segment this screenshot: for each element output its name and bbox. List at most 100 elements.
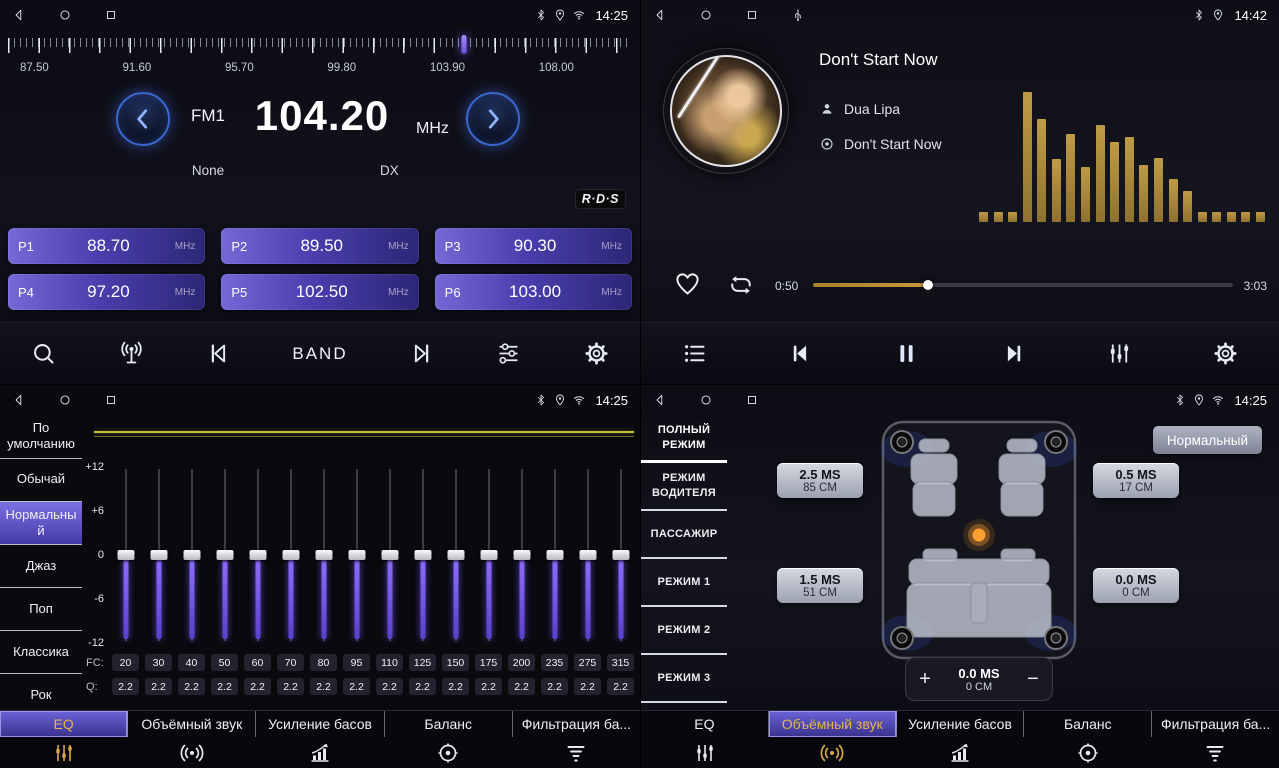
eq-slider-handle[interactable] <box>216 550 233 560</box>
eq-slider-handle[interactable] <box>150 550 167 560</box>
eq-slider-handle[interactable] <box>381 550 398 560</box>
mixer-faders-icon[interactable] <box>1106 340 1133 367</box>
surround-icon[interactable] <box>769 741 897 765</box>
tab-filter[interactable]: Фильтрация ба... <box>513 711 640 737</box>
tab-balance[interactable]: Баланс <box>385 711 513 737</box>
eq-band-slider[interactable] <box>310 469 337 641</box>
eq-slider-handle[interactable] <box>546 550 563 560</box>
tune-up-button[interactable] <box>466 92 520 146</box>
playlist-icon[interactable] <box>681 340 708 367</box>
home-circle-icon[interactable] <box>58 393 72 407</box>
sf-mode-item[interactable]: ПАССАЖИР <box>641 511 727 559</box>
back-icon[interactable] <box>653 8 667 22</box>
favorite-heart-icon[interactable] <box>674 271 701 298</box>
tab-surround[interactable]: Объёмный звук <box>128 711 256 737</box>
home-circle-icon[interactable] <box>58 8 72 22</box>
delay-plus-button[interactable]: + <box>906 668 944 691</box>
tab-eq[interactable]: EQ <box>641 711 769 737</box>
sf-mode-item[interactable]: РЕЖИМ ВОДИТЕЛЯ <box>641 463 727 511</box>
repeat-icon[interactable] <box>727 271 755 299</box>
eq-slider-handle[interactable] <box>480 550 497 560</box>
surround-icon[interactable] <box>128 741 256 765</box>
filter-icon[interactable] <box>512 741 640 765</box>
eq-band-slider[interactable] <box>409 469 436 641</box>
preset-p1[interactable]: P1 88.70 MHz <box>8 228 205 264</box>
eq-band-slider[interactable] <box>244 469 271 641</box>
preset-p4[interactable]: P4 97.20 MHz <box>8 274 205 310</box>
scan-search-icon[interactable] <box>30 340 57 367</box>
settings-gear-icon[interactable] <box>583 340 610 367</box>
eq-slider-handle[interactable] <box>117 550 134 560</box>
eq-preset-item[interactable]: Обычай <box>0 459 82 502</box>
eq-band-slider[interactable] <box>277 469 304 641</box>
recents-square-icon[interactable] <box>104 393 118 407</box>
eq-slider-handle[interactable] <box>183 550 200 560</box>
eq-slider-handle[interactable] <box>282 550 299 560</box>
bass-boost-icon[interactable] <box>896 741 1024 765</box>
home-circle-icon[interactable] <box>699 8 713 22</box>
tab-bass[interactable]: Усиление басов <box>256 711 384 737</box>
recents-square-icon[interactable] <box>745 8 759 22</box>
delay-front-left[interactable]: 2.5 MS 85 CM <box>777 463 863 498</box>
eq-slider-handle[interactable] <box>579 550 596 560</box>
eq-band-slider[interactable] <box>376 469 403 641</box>
eq-faders-icon[interactable] <box>641 741 769 765</box>
pause-icon[interactable] <box>893 340 920 367</box>
settings-gear-icon[interactable] <box>1212 340 1239 367</box>
previous-track-icon[interactable] <box>787 340 814 367</box>
delay-minus-button[interactable]: − <box>1014 668 1052 691</box>
preset-p2[interactable]: P2 89.50 MHz <box>221 228 418 264</box>
eq-band-slider[interactable] <box>607 469 634 641</box>
eq-slider-handle[interactable] <box>513 550 530 560</box>
delay-front-right[interactable]: 0.5 MS 17 CM <box>1093 463 1179 498</box>
tab-filter[interactable]: Фильтрация ба... <box>1152 711 1279 737</box>
eq-band-slider[interactable] <box>178 469 205 641</box>
seek-bar[interactable] <box>813 283 1233 287</box>
tuner-sliders-icon[interactable] <box>495 340 522 367</box>
eq-slider-handle[interactable] <box>348 550 365 560</box>
eq-slider-handle[interactable] <box>447 550 464 560</box>
filter-icon[interactable] <box>1151 741 1279 765</box>
eq-slider-handle[interactable] <box>249 550 266 560</box>
previous-station-icon[interactable] <box>205 340 232 367</box>
tab-bass[interactable]: Усиление басов <box>897 711 1025 737</box>
eq-band-slider[interactable] <box>145 469 172 641</box>
home-circle-icon[interactable] <box>699 393 713 407</box>
eq-slider-handle[interactable] <box>414 550 431 560</box>
eq-slider-handle[interactable] <box>315 550 332 560</box>
eq-preset-item[interactable]: Классика <box>0 631 82 674</box>
eq-band-slider[interactable] <box>508 469 535 641</box>
balance-icon[interactable] <box>1024 741 1152 765</box>
eq-band-slider[interactable] <box>541 469 568 641</box>
delay-rear-left[interactable]: 1.5 MS 51 CM <box>777 568 863 603</box>
broadcast-antenna-icon[interactable] <box>118 340 145 367</box>
back-icon[interactable] <box>12 8 26 22</box>
tab-surround[interactable]: Объёмный звук <box>769 711 897 737</box>
eq-slider-handle[interactable] <box>612 550 629 560</box>
eq-band-slider[interactable] <box>574 469 601 641</box>
sf-mode-item[interactable]: РЕЖИМ 3 <box>641 655 727 703</box>
eq-band-slider[interactable] <box>475 469 502 641</box>
tuner-pointer[interactable] <box>461 35 466 54</box>
tuner-scale[interactable] <box>8 36 632 56</box>
tune-down-button[interactable] <box>116 92 170 146</box>
tab-eq[interactable]: EQ <box>0 711 128 737</box>
recents-square-icon[interactable] <box>104 8 118 22</box>
eq-faders-icon[interactable] <box>0 741 128 765</box>
eq-preset-item[interactable]: Поп <box>0 588 82 631</box>
eq-band-slider[interactable] <box>343 469 370 641</box>
balance-icon[interactable] <box>384 741 512 765</box>
preset-p5[interactable]: P5 102.50 MHz <box>221 274 418 310</box>
delay-rear-right[interactable]: 0.0 MS 0 CM <box>1093 568 1179 603</box>
bass-boost-icon[interactable] <box>256 741 384 765</box>
preset-p6[interactable]: P6 103.00 MHz <box>435 274 632 310</box>
sf-mode-item[interactable]: РЕЖИМ 1 <box>641 559 727 607</box>
band-button[interactable]: BAND <box>292 344 347 364</box>
eq-band-slider[interactable] <box>211 469 238 641</box>
eq-preset-item[interactable]: По умолчанию <box>0 415 82 459</box>
tab-balance[interactable]: Баланс <box>1024 711 1152 737</box>
eq-band-slider[interactable] <box>442 469 469 641</box>
back-icon[interactable] <box>12 393 26 407</box>
eq-band-slider[interactable] <box>112 469 139 641</box>
next-station-icon[interactable] <box>408 340 435 367</box>
